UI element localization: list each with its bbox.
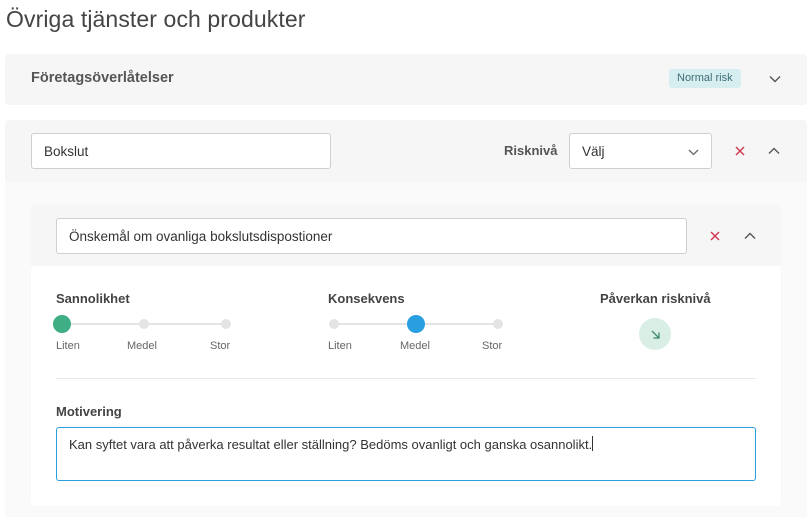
chevron-down-icon	[688, 144, 699, 159]
likelihood-tick-medel: Medel	[127, 340, 157, 352]
divider	[56, 378, 756, 379]
likelihood-option-liten[interactable]	[53, 315, 71, 333]
risk-level-select-value: Välj	[582, 143, 605, 159]
likelihood-tick-liten: Liten	[56, 340, 80, 352]
likelihood-label: Sannolikhet	[56, 291, 130, 306]
service-name-input[interactable]: Bokslut	[31, 133, 331, 169]
risk-item-name-input[interactable]: Önskemål om ovanliga bokslutsdispostione…	[56, 218, 687, 254]
service-card-expanded: Bokslut Risknivå Välj Önskemål om ovanli…	[5, 120, 807, 517]
page-title: Övriga tjänster och produkter	[6, 6, 306, 32]
consequence-option-stor[interactable]	[493, 319, 503, 329]
chevron-down-icon[interactable]	[766, 70, 784, 88]
likelihood-option-medel[interactable]	[139, 319, 149, 329]
consequence-option-medel[interactable]	[407, 315, 425, 333]
motivation-label: Motivering	[56, 404, 122, 419]
risk-item-card: Önskemål om ovanliga bokslutsdispostione…	[31, 205, 781, 506]
consequence-option-liten[interactable]	[329, 319, 339, 329]
text-caret	[592, 436, 594, 451]
arrow-down-right-icon	[639, 318, 671, 350]
consequence-tick-medel: Medel	[400, 340, 430, 352]
consequence-tick-liten: Liten	[328, 340, 352, 352]
risk-level-select[interactable]: Välj	[569, 133, 712, 169]
motivation-text: Kan syftet vara att påverka resultat ell…	[69, 437, 593, 452]
chevron-up-icon[interactable]	[741, 227, 759, 245]
close-icon[interactable]	[732, 143, 748, 159]
close-icon[interactable]	[707, 228, 723, 244]
impact-label: Påverkan risknivå	[600, 291, 711, 306]
consequence-label: Konsekvens	[328, 291, 405, 306]
chevron-up-icon[interactable]	[765, 142, 783, 160]
risk-level-label: Risknivå	[504, 143, 558, 158]
likelihood-tick-stor: Stor	[210, 340, 231, 352]
risk-badge: Normal risk	[669, 69, 741, 88]
card-title: Företagsöverlåtelser	[31, 70, 174, 86]
service-card-collapsed[interactable]: Företagsöverlåtelser Normal risk	[5, 54, 807, 105]
motivation-textarea[interactable]: Kan syftet vara att påverka resultat ell…	[56, 427, 756, 481]
likelihood-option-stor[interactable]	[221, 319, 231, 329]
consequence-tick-stor: Stor	[482, 340, 503, 352]
